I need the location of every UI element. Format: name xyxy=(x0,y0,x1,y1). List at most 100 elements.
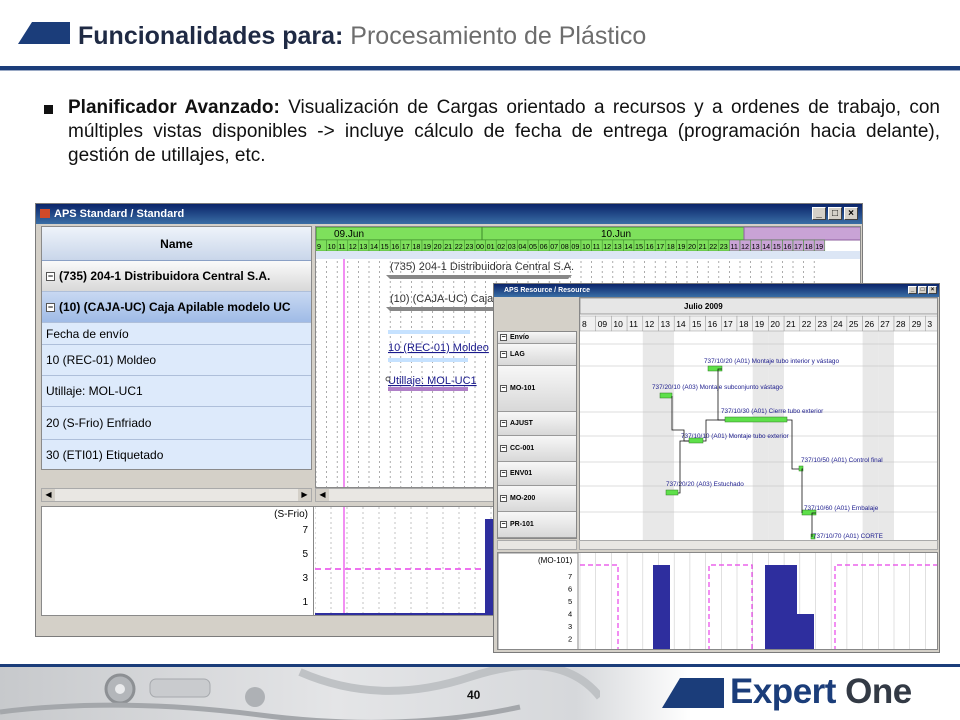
hour-label: 18 xyxy=(667,242,675,251)
collapse-icon[interactable]: − xyxy=(500,445,507,452)
name-column-header[interactable]: Name xyxy=(42,227,311,261)
hour-label: 13 xyxy=(752,242,760,251)
bullet-paragraph: Planificador Avanzado: Visualización de … xyxy=(68,96,940,168)
hour-label: 12 xyxy=(603,242,611,251)
collapse-icon[interactable]: − xyxy=(500,351,507,358)
title-rule-thin xyxy=(0,70,960,71)
tree-row[interactable]: − (735) 204-1 Distribuidora Central S.A. xyxy=(42,261,311,292)
hour-label: 20 xyxy=(688,242,696,251)
tree-row-label: (735) 204-1 Distribuidora Central S.A. xyxy=(59,269,271,283)
tree-row[interactable]: Utillaje: MOL-UC1 xyxy=(42,376,311,407)
collapse-icon[interactable]: − xyxy=(500,334,507,341)
load-axis-title: (MO-101) xyxy=(538,556,573,565)
close-button[interactable]: × xyxy=(928,286,937,294)
hour-label: 06 xyxy=(540,242,548,251)
load-tick: 3 xyxy=(568,622,572,631)
hour-label: 14 xyxy=(624,242,632,251)
day-label: 12 xyxy=(645,319,655,329)
tree-row[interactable]: 10 (REC-01) Moldeo xyxy=(42,345,311,376)
resource-load-svg: (MO-101) 7 6 5 4 3 2 xyxy=(498,553,937,649)
aps-resource-titlebar[interactable]: APS Resource / Resource _ □ × xyxy=(494,284,939,297)
hour-label: 23 xyxy=(720,242,728,251)
collapse-icon[interactable]: − xyxy=(46,272,55,281)
task-label: 737/10/70 (A01) CORTE xyxy=(813,533,883,540)
collapse-icon[interactable]: − xyxy=(500,420,507,427)
window-title: APS Resource / Resource xyxy=(504,287,590,294)
resource-row[interactable]: − MO-101 xyxy=(498,366,576,412)
load-bar xyxy=(315,613,485,615)
day-column xyxy=(627,316,643,540)
tree-row[interactable]: 30 (ETI01) Etiquetado xyxy=(42,440,311,469)
scroll-left-icon[interactable]: ◀ xyxy=(316,489,329,501)
day-column xyxy=(878,316,894,540)
aps-standard-titlebar[interactable]: APS Standard / Standard _ □ × xyxy=(36,204,862,224)
task-bar xyxy=(665,489,679,496)
hour-label: 04 xyxy=(518,242,526,251)
hour-label: 15 xyxy=(635,242,643,251)
scroll-right-icon[interactable]: ▶ xyxy=(298,489,311,501)
resource-gantt-chart[interactable]: Julio 2009 8 09 10 11 12 13 14 15 16 17 18 19 20 21 22 2… xyxy=(579,297,938,541)
resource-row[interactable]: − CC-001 xyxy=(498,436,576,462)
resource-row[interactable]: − PR-101 xyxy=(498,512,576,538)
collapse-icon[interactable]: − xyxy=(46,303,55,312)
collapse-icon[interactable]: − xyxy=(500,495,507,502)
month-label: Julio 2009 xyxy=(684,302,723,311)
day-label: 16 xyxy=(708,319,718,329)
collapse-icon[interactable]: − xyxy=(500,521,507,528)
day-header xyxy=(743,227,860,241)
scroll-left-icon[interactable]: ◀ xyxy=(42,489,55,501)
minimize-button[interactable]: _ xyxy=(908,286,917,294)
resource-row[interactable]: − MO-200 xyxy=(498,486,576,512)
day-label: 20 xyxy=(770,319,780,329)
hour-label: 12 xyxy=(349,242,357,251)
hour-label: 11 xyxy=(593,242,600,251)
hour-label: 05 xyxy=(529,242,537,251)
resource-row[interactable]: − ENV01 xyxy=(498,462,576,486)
hour-label: 11 xyxy=(730,242,737,251)
resource-label: ENV01 xyxy=(510,470,533,477)
expert-one-logo: Expert One xyxy=(730,672,912,712)
tree-row[interactable]: − (10) (CAJA-UC) Caja Apilable modelo UC xyxy=(42,292,311,323)
task-label: 737/20/10 (A03) Montaje subconjunto vást… xyxy=(652,384,783,391)
hour-label: 19 xyxy=(815,242,823,251)
day-label: 24 xyxy=(833,319,843,329)
close-button[interactable]: × xyxy=(844,207,858,220)
day-label: 10 xyxy=(613,319,623,329)
resource-gantt-scrollbar[interactable] xyxy=(579,540,938,550)
minimize-button[interactable]: _ xyxy=(812,207,826,220)
resource-row[interactable]: − AJUST xyxy=(498,412,576,436)
hour-label: 20 xyxy=(434,242,442,251)
hour-label: 18 xyxy=(805,242,813,251)
hour-label: 15 xyxy=(381,242,389,251)
maximize-button[interactable]: □ xyxy=(828,207,842,220)
resource-label: AJUST xyxy=(510,420,533,427)
task-label: 737/10/30 (A01) Cierre tubo exterior xyxy=(721,408,824,415)
bullet-square-icon xyxy=(44,105,53,114)
resource-label: MO-101 xyxy=(510,385,536,392)
maximize-button[interactable]: □ xyxy=(918,286,927,294)
tree-row[interactable]: Fecha de envío xyxy=(42,323,311,345)
hour-label: 10 xyxy=(328,242,336,251)
hour-label: 23 xyxy=(465,242,473,251)
day-label: 21 xyxy=(786,319,796,329)
day-column xyxy=(611,316,628,540)
day-label: 27 xyxy=(880,319,890,329)
collapse-icon[interactable]: − xyxy=(500,470,507,477)
hour-label: 16 xyxy=(646,242,654,251)
title-bold: Funcionalidades para: xyxy=(78,22,344,50)
tree-row-label: (10) (CAJA-UC) Caja Apilable modelo UC xyxy=(59,300,291,314)
load-tick: 7 xyxy=(302,525,308,536)
resource-list-scrollbar[interactable] xyxy=(497,540,577,550)
tree-row[interactable]: 20 (S-Frio) Enfriado xyxy=(42,407,311,440)
load-tick: 4 xyxy=(568,610,572,619)
left-hscrollbar[interactable]: ◀ ▶ xyxy=(41,488,312,502)
load-tick: 3 xyxy=(302,573,308,584)
gantt-bar-label: Utillaje: MOL-UC1 xyxy=(388,375,477,387)
load-axis xyxy=(498,553,579,649)
resource-row[interactable]: − LAG xyxy=(498,344,576,366)
resource-label: MO-200 xyxy=(510,495,536,502)
resource-row[interactable]: − Envío xyxy=(498,332,576,344)
day-column xyxy=(925,316,937,540)
hour-label: 17 xyxy=(402,242,410,251)
collapse-icon[interactable]: − xyxy=(500,385,507,392)
